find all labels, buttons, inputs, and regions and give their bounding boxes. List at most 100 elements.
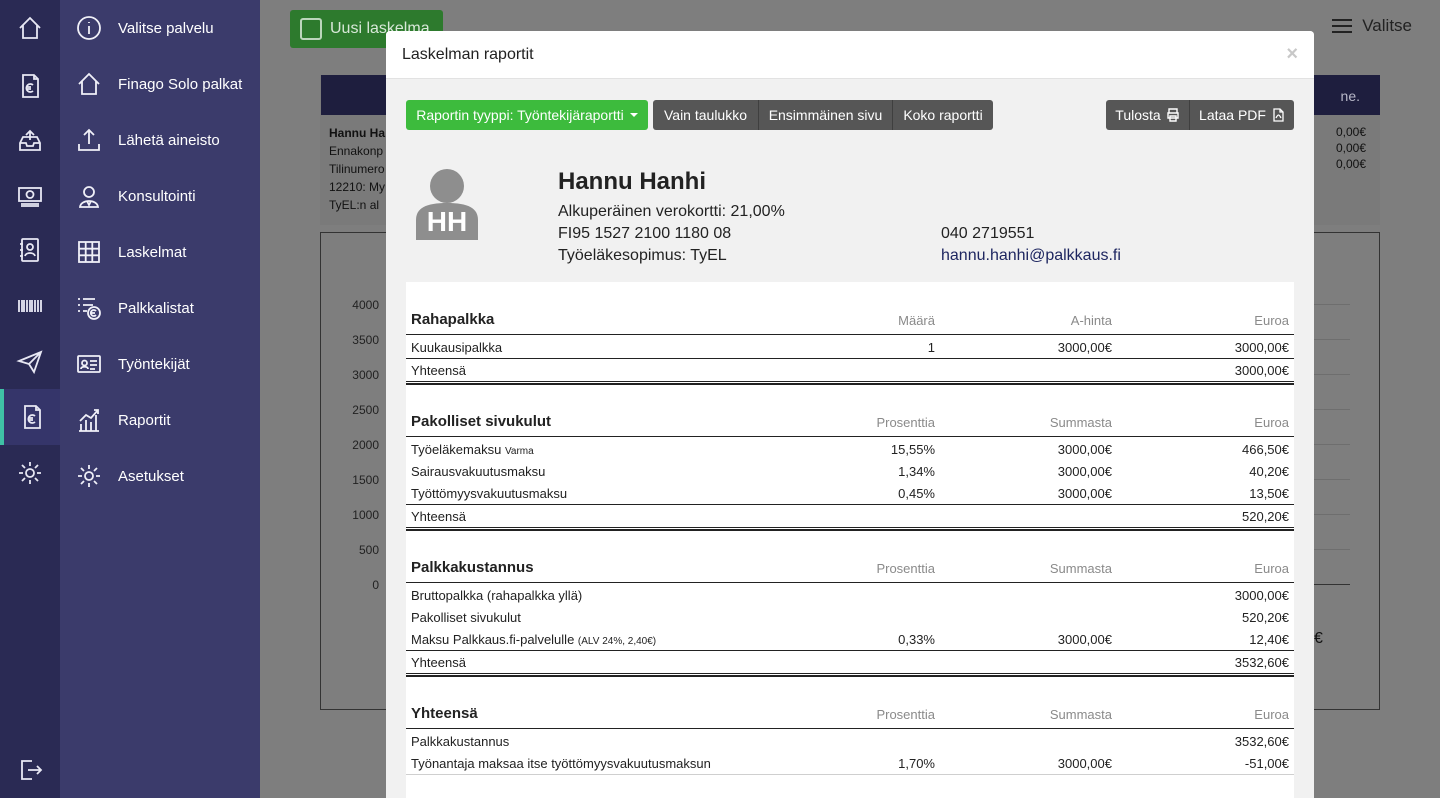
select-menu-button[interactable]: Valitse — [1332, 16, 1412, 36]
total-label: Yhteensä — [411, 655, 466, 670]
close-icon[interactable]: × — [1286, 43, 1298, 66]
double-underline — [406, 673, 1294, 677]
card-value: 0,00€ — [1335, 141, 1366, 155]
employee-email[interactable]: hannu.hanhi@palkkaus.fi — [941, 247, 1121, 265]
list-icon — [78, 298, 101, 320]
sidebar-item-tyontekijat[interactable]: Työntekijät — [60, 336, 260, 392]
chart-tick: 1500 — [352, 473, 379, 487]
sidebar-item-label: Finago Solo palkat — [118, 75, 243, 93]
print-button[interactable]: Tulosta — [1106, 100, 1189, 130]
total-row: Yhteensä 3532,60€ — [406, 651, 1294, 673]
sidebar-item-valitse-palvelu[interactable]: Valitse palvelu — [60, 0, 260, 56]
section-title: Pakolliset sivukulut — [411, 413, 552, 430]
report-type-dropdown[interactable]: Raportin tyyppi: Työntekijäraportti — [406, 100, 648, 130]
employee-tax-card: Alkuperäinen verokortti: 21,00% — [558, 203, 785, 220]
modal-header: Laskelman raportit × — [386, 31, 1314, 79]
row-label: Sairausvakuutusmaksu — [411, 464, 546, 479]
chart-gridline — [1310, 514, 1350, 515]
card-value: 0,00€ — [1335, 125, 1366, 139]
double-underline — [406, 527, 1294, 531]
row-label: Työnantaja maksaa itse työttömyysvakuutu… — [411, 756, 711, 771]
calculator-plus-icon — [300, 18, 322, 40]
sidebar-item-laheta-aineisto[interactable]: Lähetä aineisto — [60, 112, 260, 168]
chart-gridline — [1310, 409, 1350, 410]
sidebar-item-label: Valitse palvelu — [118, 19, 214, 37]
row-base: 3000,00€ — [1057, 442, 1112, 457]
row-euro: 466,50€ — [1242, 442, 1289, 457]
rail-calculation[interactable] — [0, 58, 60, 114]
only-table-button[interactable]: Vain taulukko — [653, 100, 758, 130]
table-row: Palkkakustannus 3532,60€ — [406, 730, 1294, 752]
rail-send[interactable] — [0, 334, 60, 390]
row-percent: 0,33% — [898, 632, 935, 647]
section-divider — [406, 728, 1294, 729]
row-note: Varma — [504, 446, 534, 457]
sidebar-item-label: Palkkalistat — [118, 299, 194, 317]
column-header: A-hinta — [1070, 313, 1112, 328]
sidebar-item-finago-solo-palkat[interactable]: Finago Solo palkat — [60, 56, 260, 112]
chart-gridline — [1310, 304, 1350, 305]
column-header: Prosenttia — [876, 415, 935, 430]
chart-axis — [1310, 584, 1350, 585]
rail-contacts[interactable] — [0, 222, 60, 278]
chart-tick: 0 — [372, 578, 379, 592]
rail-logout[interactable] — [0, 742, 60, 798]
section-title: Rahapalkka — [411, 311, 495, 328]
rail-reports[interactable] — [0, 389, 60, 445]
sidebar-item-asetukset[interactable]: Asetukset — [60, 448, 260, 504]
column-header: Summasta — [1049, 561, 1112, 576]
section-divider — [406, 334, 1294, 335]
column-header: Euroa — [1254, 707, 1289, 722]
select-menu-label: Valitse — [1362, 16, 1412, 35]
download-pdf-button[interactable]: Lataa PDF — [1189, 100, 1294, 130]
row-divider — [406, 774, 1294, 775]
upload-icon — [78, 128, 100, 151]
row-base: 3000,00€ — [1057, 632, 1112, 647]
row-label: Työeläkemaksu Varma — [411, 442, 534, 457]
sidebar-item-konsultointi[interactable]: Konsultointi — [60, 168, 260, 224]
sidebar-item-palkkalistat[interactable]: Palkkalistat — [60, 280, 260, 336]
sidebar-item-raportit[interactable]: Raportit — [60, 392, 260, 448]
chart-tick: 2500 — [352, 403, 379, 417]
chart-tick: 3000 — [352, 368, 379, 382]
inbox-upload-icon — [19, 129, 41, 151]
grid-icon — [78, 241, 100, 263]
row-label: Kuukausipalkka — [411, 340, 503, 355]
rail-upload[interactable] — [0, 113, 60, 169]
report-toolbar: Raportin tyyppi: Työntekijäraportti Vain… — [406, 100, 1294, 130]
row-base: 3000,00€ — [1057, 486, 1112, 501]
column-header: Summasta — [1049, 707, 1112, 722]
sidebar-item-laskelmat[interactable]: Laskelmat — [60, 224, 260, 280]
modal-title: Laskelman raportit — [402, 45, 534, 63]
logout-icon — [21, 760, 43, 780]
card-line: Ennakonp — [329, 144, 384, 158]
row-label: Maksu Palkkaus.fi-palvelulle (ALV 24%, 2… — [411, 632, 657, 647]
rail-money[interactable] — [0, 167, 60, 223]
caret-down-icon — [629, 113, 638, 117]
row-percent: 0,45% — [898, 486, 935, 501]
chart-gridline — [1310, 444, 1350, 445]
full-report-button[interactable]: Koko raportti — [892, 100, 993, 130]
sidebar-menu: Valitse palvelu Finago Solo palkat Lähet… — [60, 0, 260, 798]
section-title: Palkkakustannus — [411, 559, 534, 576]
rail-barcode[interactable] — [0, 278, 60, 334]
pdf-file-icon — [1273, 108, 1284, 122]
employee-pension: Työeläkesopimus: TyEL — [558, 247, 727, 264]
section-divider — [406, 582, 1294, 583]
row-euro: 520,20€ — [1242, 610, 1289, 625]
rail-settings[interactable] — [0, 445, 60, 501]
paper-plane-icon — [16, 350, 43, 375]
card-line: TyEL:n al — [329, 198, 380, 212]
card-header-text: ne. — [1340, 88, 1360, 104]
table-row: Työnantaja maksaa itse työttömyysvakuutu… — [406, 752, 1294, 774]
rail-home[interactable] — [0, 0, 60, 56]
row-base: 3000,00€ — [1057, 756, 1112, 771]
total-row: Yhteensä 3000,00€ — [406, 359, 1294, 381]
row-label: Bruttopalkka (rahapalkka yllä) — [411, 588, 583, 603]
card-line: Tilinumero — [329, 162, 385, 176]
gear-icon — [19, 462, 41, 484]
total-label: Yhteensä — [411, 363, 466, 378]
first-page-button[interactable]: Ensimmäinen sivu — [758, 100, 892, 130]
total-value: 3000,00€ — [1234, 363, 1289, 378]
full-report-label: Koko raportti — [903, 107, 983, 123]
